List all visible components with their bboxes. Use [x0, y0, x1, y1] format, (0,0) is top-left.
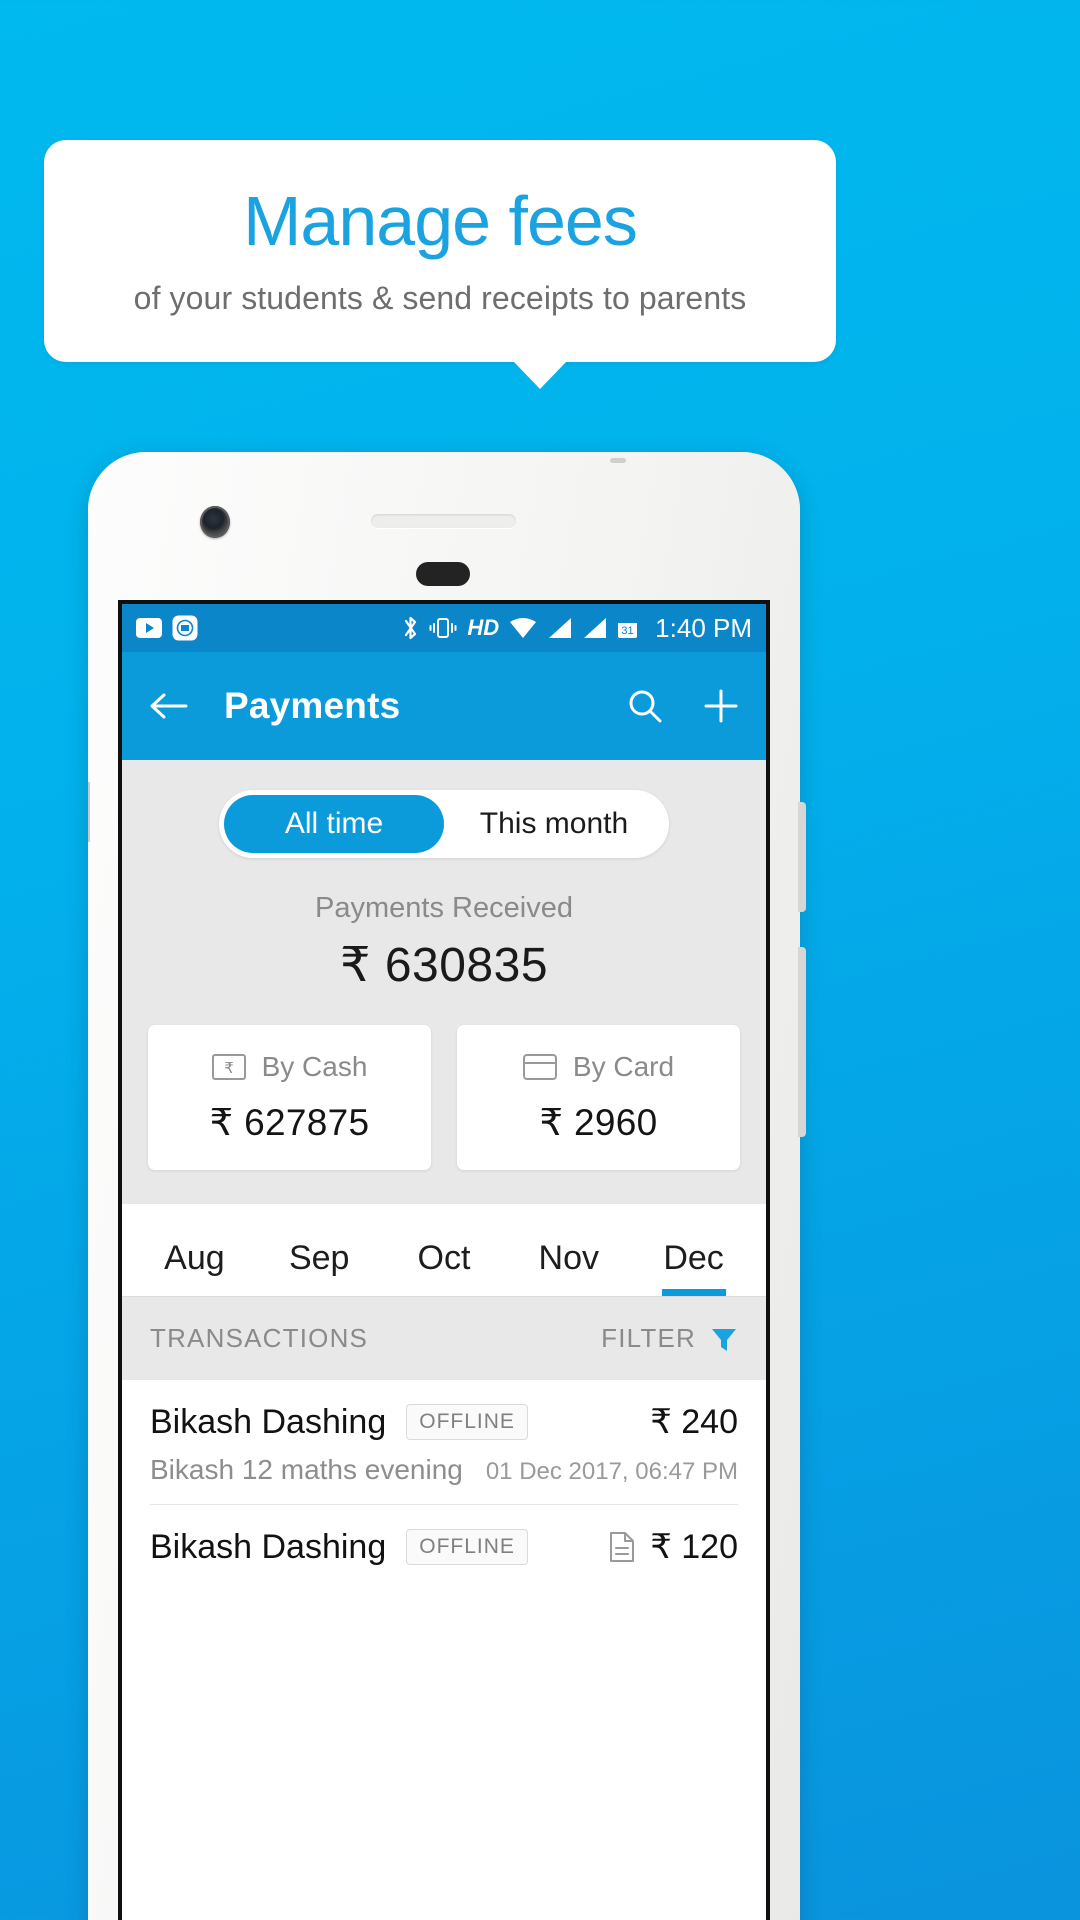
tab-oct-label: Oct [417, 1239, 471, 1277]
tab-sep-label: Sep [288, 1239, 350, 1277]
table-row[interactable]: Bikash Dashing OFFLINE ₹ 120 [122, 1505, 766, 1567]
promo-subtitle: of your students & send receipts to pare… [133, 280, 747, 317]
filter-button[interactable]: FILTER [601, 1323, 738, 1354]
calendar-icon: 31 [617, 616, 638, 640]
promo-callout-tail [513, 361, 567, 389]
tab-aug-label: Aug [164, 1239, 225, 1277]
screenshot-icon [172, 615, 198, 641]
phone-top-dot [610, 458, 626, 463]
filter-label: FILTER [601, 1323, 696, 1353]
status-badge: OFFLINE [406, 1529, 528, 1565]
by-card-card[interactable]: By Card ₹ 2960 [457, 1025, 740, 1170]
by-card-label: By Card [572, 1051, 675, 1082]
segment-this-month[interactable]: This month [444, 795, 664, 853]
phone-mockup: HD 31 1:40 PM Payments All time This mon… [88, 452, 806, 1920]
transactions-list[interactable]: Bikash Dashing OFFLINE ₹ 240 Bikash 12 m… [122, 1380, 766, 1920]
transaction-description: Bikash 12 maths evening [150, 1454, 463, 1485]
phone-side-button-left [88, 782, 90, 842]
svg-text:₹: ₹ [224, 1060, 234, 1077]
by-cash-card[interactable]: ₹ By Cash ₹ 627875 [148, 1025, 431, 1170]
tab-dec[interactable]: Dec [631, 1239, 756, 1296]
search-icon[interactable] [626, 687, 664, 725]
app-toolbar: Payments [122, 652, 766, 760]
page-title: Payments [224, 685, 401, 726]
hd-icon: HD [467, 615, 500, 640]
transaction-amount: ₹ 240 [650, 1403, 738, 1441]
segment-all-time[interactable]: All time [224, 795, 444, 853]
signal-1-icon [547, 616, 573, 640]
by-cash-label: By Cash [261, 1051, 368, 1082]
vibrate-icon [428, 616, 458, 640]
credit-card-icon [522, 1054, 557, 1080]
tab-sep[interactable]: Sep [257, 1239, 382, 1296]
phone-body: HD 31 1:40 PM Payments All time This mon… [88, 452, 800, 1920]
svg-text:31: 31 [622, 625, 634, 637]
promo-callout: Manage fees of your students & send rece… [44, 140, 836, 362]
tab-dec-label: Dec [663, 1239, 724, 1277]
tab-aug[interactable]: Aug [132, 1239, 257, 1296]
signal-2-icon [582, 616, 608, 640]
payment-method-cards: ₹ By Cash ₹ 627875 By Card ₹ 2960 [122, 1025, 766, 1170]
phone-volume-button [798, 802, 806, 912]
plus-icon[interactable] [702, 687, 740, 725]
by-card-amount: ₹ 2960 [539, 1102, 658, 1143]
proximity-sensor [416, 562, 470, 586]
phone-power-button [798, 947, 806, 1137]
promo-title: Manage fees [243, 181, 638, 260]
wifi-icon [508, 616, 538, 640]
payments-received-label: Payments Received [315, 892, 573, 924]
tab-nov[interactable]: Nov [506, 1239, 631, 1296]
transactions-header: TRANSACTIONS FILTER [122, 1296, 766, 1380]
document-icon[interactable] [608, 1531, 636, 1563]
front-camera [200, 506, 230, 538]
youtube-play-icon [136, 618, 162, 638]
table-row[interactable]: Bikash Dashing OFFLINE ₹ 240 Bikash 12 m… [122, 1380, 766, 1505]
transactions-label: TRANSACTIONS [150, 1323, 369, 1353]
summary-panel: All time This month Payments Received ₹ … [122, 760, 766, 1204]
status-badge: OFFLINE [406, 1404, 528, 1440]
tab-oct[interactable]: Oct [382, 1239, 507, 1296]
transaction-date: 01 Dec 2017, 06:47 PM [485, 1458, 738, 1485]
arrow-left-icon[interactable] [148, 690, 190, 722]
status-time: 1:40 PM [655, 612, 752, 643]
transaction-amount: ₹ 120 [650, 1528, 738, 1566]
by-cash-amount: ₹ 627875 [209, 1102, 370, 1143]
transaction-name: Bikash Dashing [150, 1402, 387, 1441]
earpiece-speaker [371, 514, 516, 528]
payments-received-amount: ₹ 630835 [339, 939, 549, 992]
time-range-segmented-control[interactable]: All time This month [219, 790, 669, 858]
phone-screen: HD 31 1:40 PM Payments All time This mon… [118, 600, 770, 1920]
status-bar: HD 31 1:40 PM [122, 604, 766, 652]
tab-dec-underline [661, 1289, 726, 1296]
funnel-icon [710, 1325, 738, 1353]
transaction-name: Bikash Dashing [150, 1527, 387, 1566]
bluetooth-icon [402, 615, 419, 641]
month-tabs[interactable]: Aug Sep Oct Nov Dec [122, 1204, 766, 1296]
rupee-note-icon: ₹ [211, 1054, 246, 1080]
tab-nov-label: Nov [538, 1239, 600, 1277]
